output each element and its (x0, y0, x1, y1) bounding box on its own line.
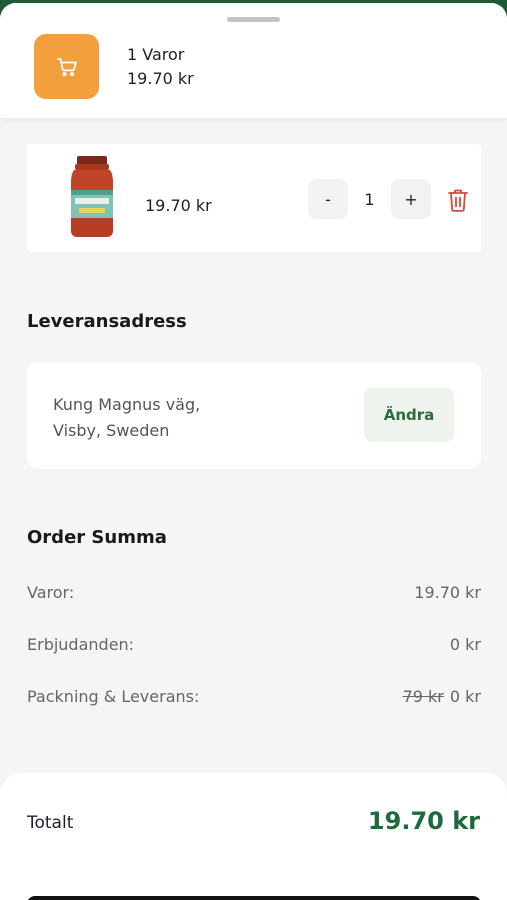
cart-total: 19.70 kr (127, 69, 194, 88)
cart-icon (56, 57, 77, 76)
summary-row-items: Varor: 19.70 kr (27, 583, 481, 607)
summary-value: 0 kr (449, 635, 481, 654)
trash-icon[interactable] (447, 188, 469, 212)
original-delivery-price: 79 kr (402, 687, 444, 706)
summary-label: Erbjudanden: (27, 635, 135, 654)
cart-header: 1 Varor 19.70 kr (0, 3, 507, 118)
drag-handle[interactable] (227, 17, 280, 22)
delivery-price: 0 kr (449, 687, 481, 706)
cart-sheet: 1 Varor 19.70 kr 19.70 kr - 1 + Leverans… (0, 3, 507, 900)
summary-value: 19.70 kr (414, 583, 481, 602)
total-value: 19.70 kr (367, 807, 480, 835)
cart-summary: 1 Varor 19.70 kr (127, 43, 194, 91)
cart-count: 1 Varor (127, 45, 185, 64)
order-summary-title: Order Summa (27, 527, 167, 548)
checkout-footer: Totalt 19.70 kr (0, 773, 507, 900)
decrease-quantity-button[interactable]: - (308, 179, 348, 219)
address-text: Kung Magnus väg, Visby, Sweden (53, 392, 200, 444)
address-line-1: Kung Magnus väg, (53, 395, 201, 414)
summary-row-offers: Erbjudanden: 0 kr (27, 635, 481, 659)
address-title: Leveransadress (27, 311, 187, 332)
address-card: Kung Magnus väg, Visby, Sweden Ändra (27, 362, 481, 469)
increase-quantity-button[interactable]: + (391, 179, 431, 219)
address-line-2: Visby, Sweden (53, 421, 170, 440)
checkout-button[interactable] (27, 896, 481, 900)
summary-row-delivery: Packning & Leverans: 79 kr 0 kr (27, 687, 481, 711)
summary-label: Varor: (27, 583, 75, 602)
summary-label: Packning & Leverans: (27, 687, 200, 706)
total-label: Totalt (27, 813, 74, 833)
change-address-button[interactable]: Ändra (364, 388, 454, 442)
summary-value-group: 79 kr 0 kr (403, 687, 481, 706)
product-image (71, 156, 113, 237)
item-price: 19.70 kr (145, 196, 212, 215)
quantity-value: 1 (364, 189, 375, 209)
cart-item: 19.70 kr - 1 + (27, 144, 481, 252)
cart-badge (34, 34, 99, 99)
